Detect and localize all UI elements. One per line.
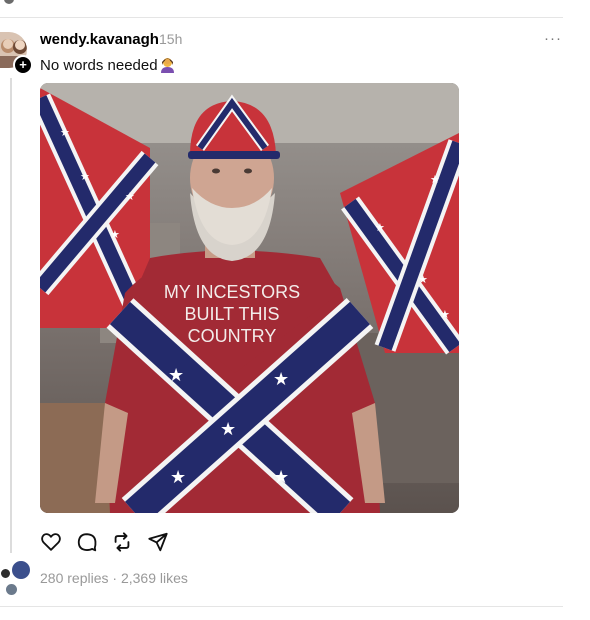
svg-text:★: ★: [80, 170, 90, 183]
facepalm-emoji-icon: [159, 56, 176, 73]
post-divider-top: [0, 17, 563, 18]
post-divider-bottom: [0, 606, 563, 607]
svg-text:★: ★: [375, 221, 385, 234]
send-icon[interactable]: [147, 531, 169, 553]
shirt-text-line-1: MY INCESTORS: [164, 282, 300, 302]
svg-text:★: ★: [220, 419, 236, 440]
shirt-text-line-3: COUNTRY: [188, 326, 277, 346]
svg-text:★: ★: [273, 369, 289, 390]
more-options-icon[interactable]: ···: [544, 30, 562, 47]
svg-text:★: ★: [273, 467, 289, 488]
svg-text:★: ★: [60, 126, 70, 139]
timestamp[interactable]: 15h: [159, 31, 182, 47]
svg-text:★: ★: [110, 228, 120, 241]
svg-text:★: ★: [440, 308, 450, 321]
shirt-text-line-2: BUILT THIS: [184, 304, 279, 324]
heart-icon[interactable]: [40, 531, 62, 553]
replier-avatar: [0, 568, 11, 579]
post-text: No words needed: [40, 56, 176, 74]
thread-line: [10, 78, 12, 553]
replier-avatars[interactable]: [0, 560, 32, 596]
likes-count[interactable]: 2,369 likes: [121, 570, 188, 586]
post-stats: 280 replies · 2,369 likes: [40, 570, 188, 586]
svg-text:★: ★: [125, 190, 135, 203]
comment-icon[interactable]: [76, 531, 98, 553]
svg-text:★: ★: [170, 467, 186, 488]
username[interactable]: wendy.kavanagh: [40, 31, 159, 48]
stats-separator: ·: [112, 570, 118, 586]
repost-icon[interactable]: [111, 531, 133, 553]
post-text-content: No words needed: [40, 57, 158, 74]
post-image[interactable]: ★ ★ ★ ★ ★ ★ ★ ★ ★ ★ ★ ★ ★ MY INCESTORS B…: [40, 83, 459, 513]
svg-text:★: ★: [430, 173, 440, 186]
svg-text:★: ★: [168, 365, 184, 386]
follow-plus-icon[interactable]: +: [13, 55, 33, 75]
replier-avatar: [5, 583, 18, 596]
replier-avatar: [11, 560, 31, 580]
svg-text:★: ★: [418, 273, 428, 286]
replies-count[interactable]: 280 replies: [40, 570, 109, 586]
previous-post-avatar[interactable]: [4, 0, 14, 4]
